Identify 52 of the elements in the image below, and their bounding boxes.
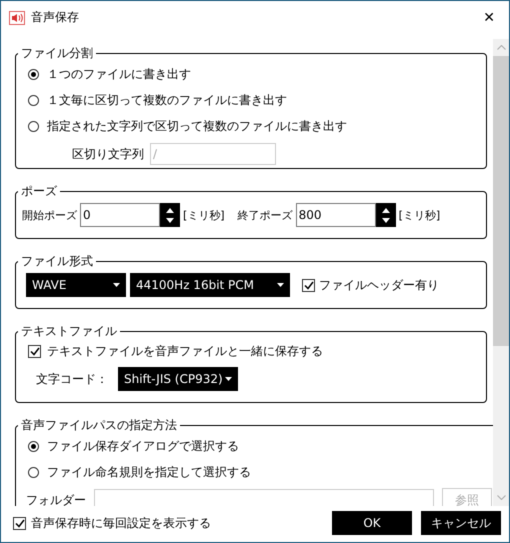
spin-button[interactable] <box>160 203 180 227</box>
scrollbar[interactable] <box>493 39 509 506</box>
checkbox[interactable] <box>28 344 41 358</box>
field-label: 終了ポーズ <box>238 208 293 222</box>
unit-label: [ミリ秒] <box>183 208 225 222</box>
caret-icon <box>277 283 284 287</box>
field-label: フォルダー <box>26 492 86 506</box>
radio-label: ファイル保存ダイアログで選択する <box>47 438 239 454</box>
group-title: ファイル分割 <box>20 45 94 62</box>
scrollbar-thumb[interactable] <box>493 56 509 346</box>
radio-button[interactable] <box>28 94 39 106</box>
number-field[interactable]: 0 <box>80 203 160 227</box>
window-title: 音声保存 <box>31 9 80 26</box>
unit-label: [ミリ秒] <box>398 208 440 222</box>
field-label: 開始ポーズ <box>22 208 77 222</box>
checkbox[interactable] <box>13 516 26 530</box>
close-button[interactable]: ✕ <box>475 10 503 26</box>
encoding-dropdown[interactable]: Shift-JIS (CP932) <box>118 367 238 391</box>
spin-button[interactable] <box>376 203 396 227</box>
radio-button[interactable] <box>28 68 39 80</box>
checkmark-icon <box>30 346 40 356</box>
ok-button[interactable]: OK <box>332 511 412 535</box>
checkbox[interactable] <box>302 278 315 292</box>
cancel-button[interactable]: キャンセル <box>421 511 501 535</box>
group-title: ファイル形式 <box>20 253 94 270</box>
format-dropdown[interactable]: WAVE <box>26 273 126 297</box>
caret-icon <box>225 377 232 381</box>
group-title: ポーズ <box>20 183 58 200</box>
speaker-icon <box>9 10 25 24</box>
checkbox-label: テキストファイルを音声ファイルと一緒に保存する <box>47 342 323 360</box>
radio-label: ファイル命名規則を指定して選択する <box>47 464 251 480</box>
checkbox-label: ファイルヘッダー有り <box>319 276 439 294</box>
down-triangle-icon <box>382 218 390 222</box>
group-title: 音声ファイルパスの指定方法 <box>20 417 178 434</box>
field-label: 区切り文字列 <box>72 146 144 162</box>
radio-label: １つのファイルに書き出す <box>47 66 191 82</box>
up-triangle-icon <box>166 208 174 212</box>
caret-icon <box>113 283 120 287</box>
field-label: 文字コード： <box>36 370 108 388</box>
up-triangle-icon <box>382 208 390 212</box>
number-field[interactable]: 800 <box>296 203 376 227</box>
checkmark-icon <box>304 280 314 290</box>
radio-label: １文毎に区切って複数のファイルに書き出す <box>47 92 287 108</box>
down-triangle-icon <box>166 218 174 222</box>
radio-button[interactable] <box>28 440 39 452</box>
checkmark-icon <box>14 518 24 528</box>
radio-button[interactable] <box>28 466 39 478</box>
group-title: テキストファイル <box>20 323 118 340</box>
radio-label: 指定された文字列で区切って複数のファイルに書き出す <box>47 118 347 134</box>
radio-button[interactable] <box>28 120 39 132</box>
checkbox-label: 音声保存時に毎回設定を表示する <box>31 514 211 532</box>
quality-dropdown[interactable]: 44100Hz 16bit PCM <box>130 273 290 297</box>
